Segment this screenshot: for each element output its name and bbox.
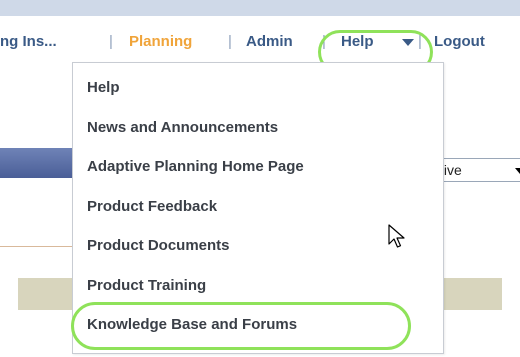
menu-item-feedback[interactable]: Product Feedback bbox=[87, 198, 217, 215]
nav-item-logout[interactable]: Logout bbox=[434, 33, 485, 50]
menu-item-home-page[interactable]: Adaptive Planning Home Page bbox=[87, 158, 304, 175]
menu-item-help[interactable]: Help bbox=[87, 79, 120, 96]
menu-item-news[interactable]: News and Announcements bbox=[87, 119, 278, 136]
header-strip bbox=[0, 0, 520, 16]
top-nav: ng Ins... | Planning | Admin | Help | Lo… bbox=[0, 16, 520, 74]
chevron-down-icon[interactable] bbox=[515, 168, 520, 174]
nav-item-admin[interactable]: Admin bbox=[246, 33, 293, 50]
divider bbox=[0, 246, 72, 247]
nav-item-planning[interactable]: Planning bbox=[129, 33, 192, 50]
menu-item-training[interactable]: Product Training bbox=[87, 277, 206, 294]
mouse-cursor-icon bbox=[388, 224, 405, 248]
knowledge-base-highlight-circle bbox=[71, 302, 411, 350]
nav-separator: | bbox=[109, 33, 113, 50]
toolbar-bar bbox=[0, 148, 72, 178]
nav-separator: | bbox=[228, 33, 232, 50]
content-bar bbox=[444, 278, 502, 310]
menu-item-documents[interactable]: Product Documents bbox=[87, 237, 230, 254]
content-bar bbox=[18, 278, 72, 310]
nav-item-partial[interactable]: ng Ins... bbox=[0, 33, 57, 50]
